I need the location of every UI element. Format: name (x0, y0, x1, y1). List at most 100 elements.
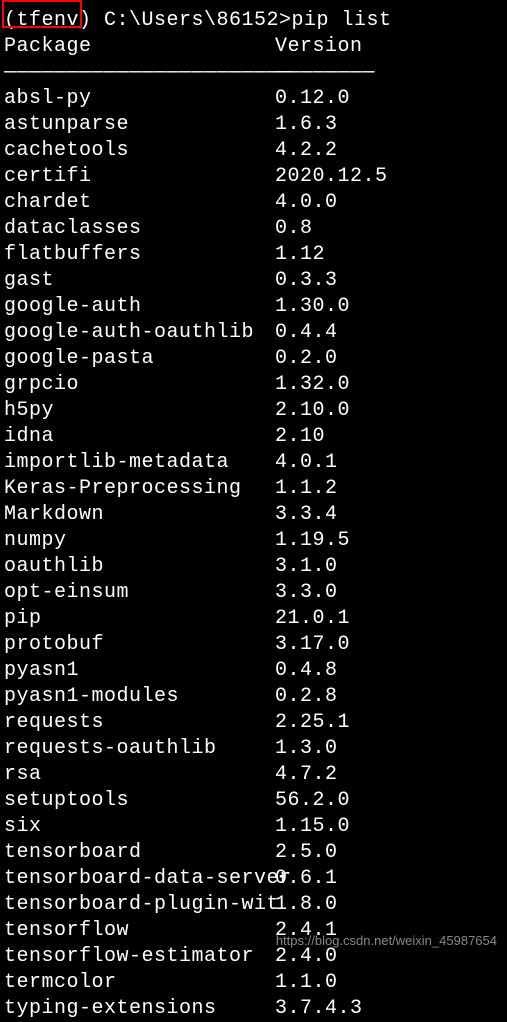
package-name: importlib-metadata (4, 450, 275, 476)
package-name: typing-extensions (4, 996, 275, 1022)
package-name: h5py (4, 398, 275, 424)
table-row: Markdown3.3.4 (4, 502, 503, 528)
package-version: 3.1.0 (275, 554, 338, 580)
table-row: pip21.0.1 (4, 606, 503, 632)
table-row: grpcio1.32.0 (4, 372, 503, 398)
prompt-path: C:\Users\86152> (92, 9, 292, 32)
table-row: google-auth1.30.0 (4, 294, 503, 320)
table-row: typing-extensions3.7.4.3 (4, 996, 503, 1022)
terminal-prompt-line: (tfenv) C:\Users\86152>pip list (4, 8, 503, 34)
package-version: 1.8.0 (275, 892, 338, 918)
table-row: google-auth-oauthlib0.4.4 (4, 320, 503, 346)
package-version: 3.7.4.3 (275, 996, 363, 1022)
table-row: astunparse1.6.3 (4, 112, 503, 138)
package-version: 0.2.0 (275, 346, 338, 372)
header-package: Package (4, 34, 275, 60)
package-version: 1.12 (275, 242, 325, 268)
table-row: oauthlib3.1.0 (4, 554, 503, 580)
table-header: Package Version (4, 34, 503, 60)
table-row: flatbuffers1.12 (4, 242, 503, 268)
separator-version: ———————— (275, 60, 375, 86)
table-row: pyasn1-modules0.2.8 (4, 684, 503, 710)
table-row: importlib-metadata4.0.1 (4, 450, 503, 476)
table-row: h5py2.10.0 (4, 398, 503, 424)
package-name: certifi (4, 164, 275, 190)
package-name: astunparse (4, 112, 275, 138)
package-name: pyasn1 (4, 658, 275, 684)
table-row: chardet4.0.0 (4, 190, 503, 216)
package-name: tensorboard-data-server (4, 866, 275, 892)
table-row: setuptools56.2.0 (4, 788, 503, 814)
package-version: 1.1.2 (275, 476, 338, 502)
package-name: six (4, 814, 275, 840)
package-version: 0.8 (275, 216, 313, 242)
table-row: certifi2020.12.5 (4, 164, 503, 190)
package-name: setuptools (4, 788, 275, 814)
separator-package: ——————————————————————— (4, 60, 275, 86)
package-version: 2.10.0 (275, 398, 350, 424)
table-separator: ——————————————————————— ———————— (4, 60, 503, 86)
package-version: 2020.12.5 (275, 164, 388, 190)
package-name: flatbuffers (4, 242, 275, 268)
package-name: requests-oauthlib (4, 736, 275, 762)
package-version: 56.2.0 (275, 788, 350, 814)
table-row: tensorboard-data-server0.6.1 (4, 866, 503, 892)
package-version: 4.0.1 (275, 450, 338, 476)
package-version: 0.3.3 (275, 268, 338, 294)
package-name: gast (4, 268, 275, 294)
table-row: tensorboard2.5.0 (4, 840, 503, 866)
package-name: termcolor (4, 970, 275, 996)
table-row: opt-einsum3.3.0 (4, 580, 503, 606)
table-row: tensorboard-plugin-wit1.8.0 (4, 892, 503, 918)
table-row: six1.15.0 (4, 814, 503, 840)
table-row: requests2.25.1 (4, 710, 503, 736)
table-row: protobuf3.17.0 (4, 632, 503, 658)
package-version: 1.3.0 (275, 736, 338, 762)
package-list: absl-py0.12.0astunparse1.6.3cachetools4.… (4, 86, 503, 1022)
table-row: requests-oauthlib1.3.0 (4, 736, 503, 762)
prompt-command: pip list (292, 9, 392, 32)
table-row: termcolor1.1.0 (4, 970, 503, 996)
package-name: requests (4, 710, 275, 736)
package-version: 1.6.3 (275, 112, 338, 138)
package-version: 2.10 (275, 424, 325, 450)
package-version: 4.0.0 (275, 190, 338, 216)
package-version: 0.4.4 (275, 320, 338, 346)
package-name: tensorflow-estimator (4, 944, 275, 970)
package-name: Markdown (4, 502, 275, 528)
package-version: 3.3.0 (275, 580, 338, 606)
package-name: tensorboard (4, 840, 275, 866)
package-name: chardet (4, 190, 275, 216)
package-version: 2.5.0 (275, 840, 338, 866)
conda-env-name: (tfenv) (4, 9, 92, 32)
table-row: idna2.10 (4, 424, 503, 450)
package-version: 3.3.4 (275, 502, 338, 528)
table-row: absl-py0.12.0 (4, 86, 503, 112)
package-version: 2.25.1 (275, 710, 350, 736)
package-version: 21.0.1 (275, 606, 350, 632)
package-name: tensorboard-plugin-wit (4, 892, 275, 918)
package-name: dataclasses (4, 216, 275, 242)
table-row: gast0.3.3 (4, 268, 503, 294)
package-version: 1.30.0 (275, 294, 350, 320)
package-name: protobuf (4, 632, 275, 658)
package-name: opt-einsum (4, 580, 275, 606)
package-name: idna (4, 424, 275, 450)
package-version: 0.12.0 (275, 86, 350, 112)
package-name: cachetools (4, 138, 275, 164)
table-row: dataclasses0.8 (4, 216, 503, 242)
package-version: 1.15.0 (275, 814, 350, 840)
package-name: google-auth (4, 294, 275, 320)
table-row: numpy1.19.5 (4, 528, 503, 554)
table-row: Keras-Preprocessing1.1.2 (4, 476, 503, 502)
package-name: Keras-Preprocessing (4, 476, 275, 502)
package-name: google-auth-oauthlib (4, 320, 275, 346)
table-row: cachetools4.2.2 (4, 138, 503, 164)
package-version: 1.1.0 (275, 970, 338, 996)
package-name: oauthlib (4, 554, 275, 580)
table-row: pyasn10.4.8 (4, 658, 503, 684)
package-name: grpcio (4, 372, 275, 398)
header-version: Version (275, 34, 363, 60)
package-version: 0.6.1 (275, 866, 338, 892)
package-name: absl-py (4, 86, 275, 112)
